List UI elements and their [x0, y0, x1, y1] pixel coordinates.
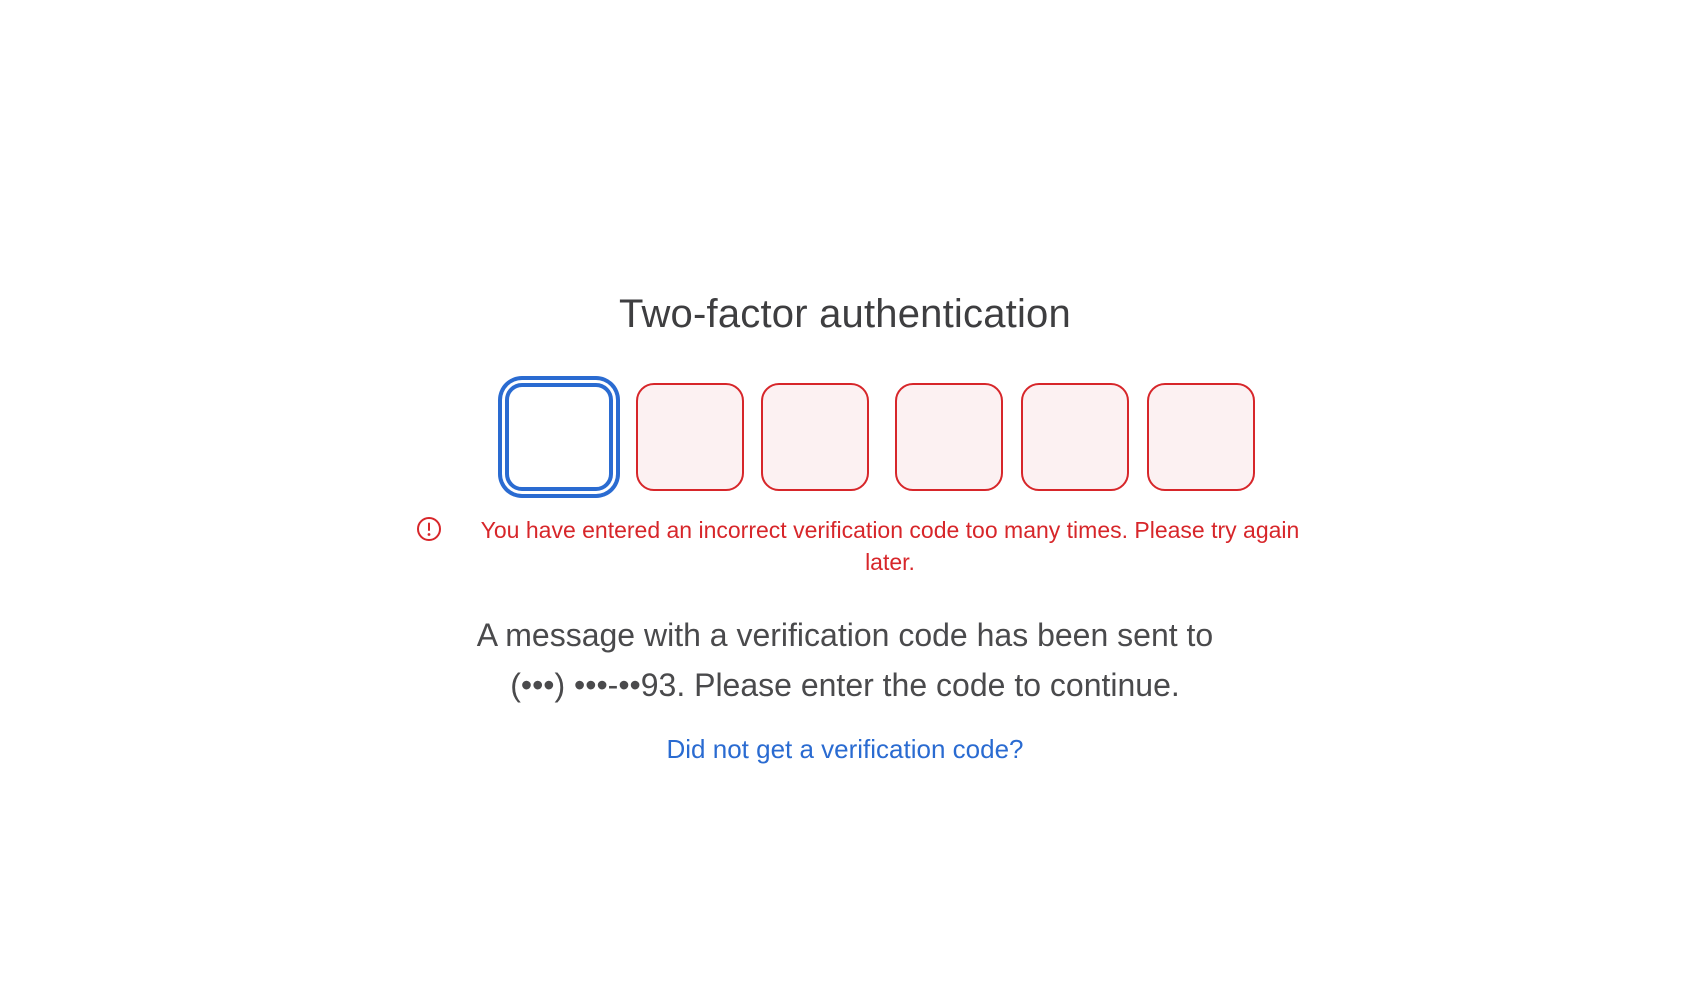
- code-digit-1-input[interactable]: [505, 383, 613, 491]
- error-message: You have entered an incorrect verificati…: [410, 514, 1310, 578]
- code-digit-6-input[interactable]: [1147, 383, 1255, 491]
- error-text: You have entered an incorrect verificati…: [480, 517, 1300, 575]
- page-title: Two-factor authentication: [619, 292, 1071, 336]
- code-digit-3-input[interactable]: [761, 383, 869, 491]
- code-digit-2-input[interactable]: [636, 383, 744, 491]
- resend-code-link[interactable]: Did not get a verification code?: [0, 734, 1690, 765]
- code-digit-4-input[interactable]: [895, 383, 1003, 491]
- verification-message: A message with a verification code has b…: [476, 617, 1214, 703]
- exclamation-circle-icon: [417, 517, 441, 541]
- code-digit-5-input[interactable]: [1021, 383, 1129, 491]
- two-factor-page: Two-factor authentication You have enter…: [0, 0, 1690, 1008]
- verification-code-inputs: [0, 383, 1690, 503]
